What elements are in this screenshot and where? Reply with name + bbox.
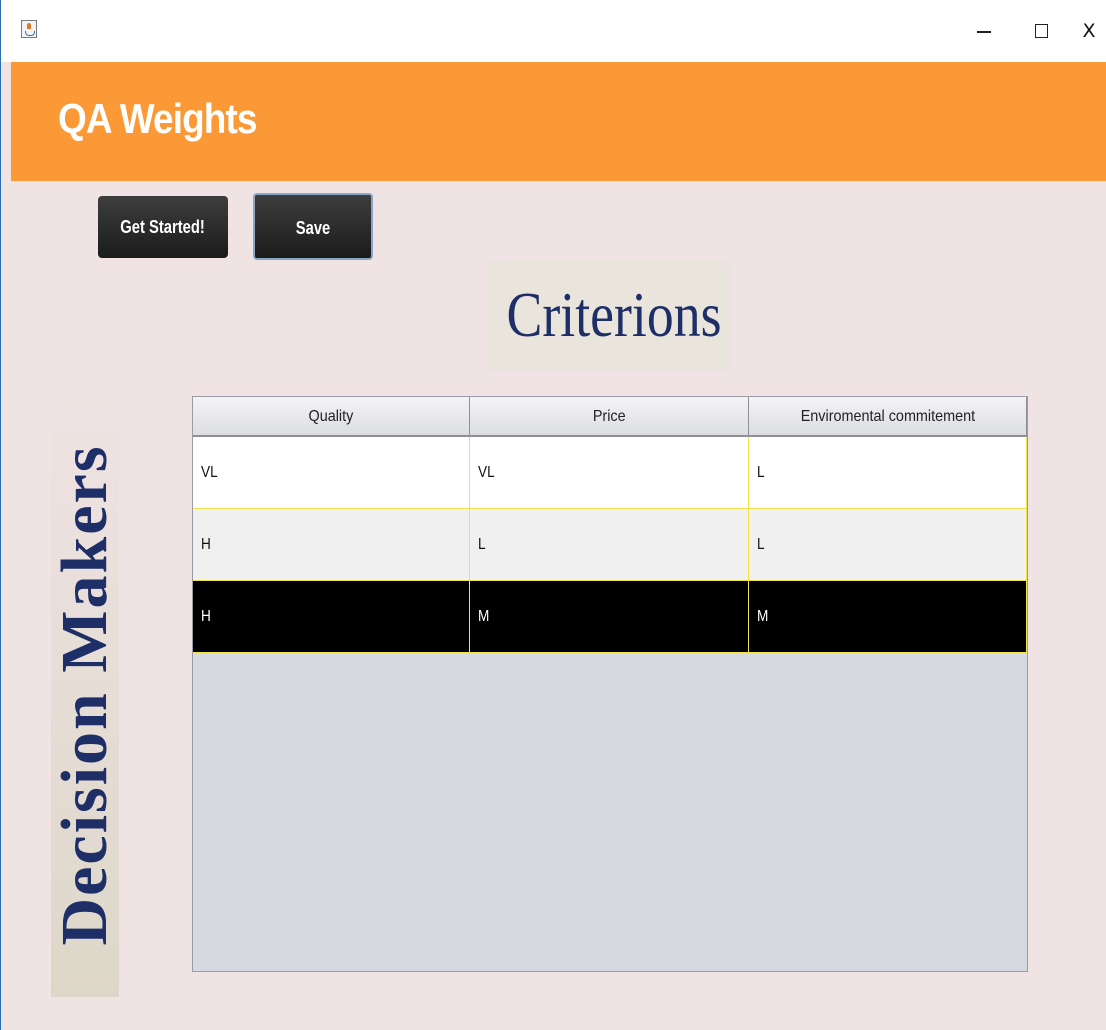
- close-button[interactable]: X: [1074, 18, 1104, 44]
- table-header: Quality Price Enviromental commitement: [193, 397, 1027, 437]
- cell-value: L: [757, 464, 765, 481]
- table-cell[interactable]: VL: [193, 437, 470, 509]
- cell-value: L: [757, 536, 765, 553]
- column-header-quality[interactable]: Quality: [193, 397, 470, 437]
- save-label: Save: [295, 218, 331, 238]
- table-cell[interactable]: H: [193, 581, 470, 653]
- cell-value: VL: [201, 464, 218, 481]
- cell-value: VL: [478, 464, 495, 481]
- page-title: QA Weights: [58, 95, 257, 142]
- minimize-button[interactable]: [969, 18, 999, 44]
- title-bar: X: [1, 0, 1106, 62]
- maximize-button[interactable]: [1026, 18, 1056, 44]
- column-header-label: Quality: [308, 408, 354, 425]
- decision-makers-heading-box: Decision Makers: [48, 393, 121, 997]
- decision-makers-heading: Decision Makers: [48, 444, 121, 946]
- table-cell[interactable]: M: [470, 581, 749, 653]
- table-cell[interactable]: H: [193, 509, 470, 581]
- cell-value: H: [201, 536, 211, 553]
- cell-value: L: [478, 536, 486, 553]
- cell-value: M: [478, 608, 490, 625]
- save-button[interactable]: Save: [253, 193, 373, 260]
- column-header-label: Enviromental commitement: [800, 408, 975, 425]
- table-cell[interactable]: L: [749, 437, 1027, 509]
- criteria-heading: Criterions: [506, 279, 722, 350]
- table-cell[interactable]: VL: [470, 437, 749, 509]
- column-header-label: Price: [592, 408, 626, 425]
- column-header-environmental[interactable]: Enviromental commitement: [749, 397, 1027, 437]
- cell-value: M: [757, 608, 769, 625]
- table-row-selected[interactable]: H M M: [193, 581, 1027, 653]
- java-cup-icon: [21, 20, 37, 38]
- minimize-icon: [977, 31, 991, 33]
- weights-table: Quality Price Enviromental commitement V…: [192, 396, 1028, 972]
- maximize-icon: [1034, 24, 1048, 38]
- table-body: VL VL L H L L H M M: [193, 437, 1027, 653]
- app-header: QA Weights: [11, 62, 1106, 181]
- criteria-heading-box: Criterions: [487, 262, 731, 370]
- table-cell[interactable]: L: [749, 509, 1027, 581]
- get-started-button[interactable]: Get Started!: [98, 196, 228, 258]
- cell-value: H: [201, 608, 211, 625]
- get-started-label: Get Started!: [120, 217, 206, 237]
- column-header-price[interactable]: Price: [470, 397, 749, 437]
- table-cell[interactable]: L: [470, 509, 749, 581]
- table-row[interactable]: VL VL L: [193, 437, 1027, 509]
- table-cell[interactable]: M: [749, 581, 1027, 653]
- table-row[interactable]: H L L: [193, 509, 1027, 581]
- app-window: X QA Weights Get Started! Save Criterion…: [0, 0, 1106, 1030]
